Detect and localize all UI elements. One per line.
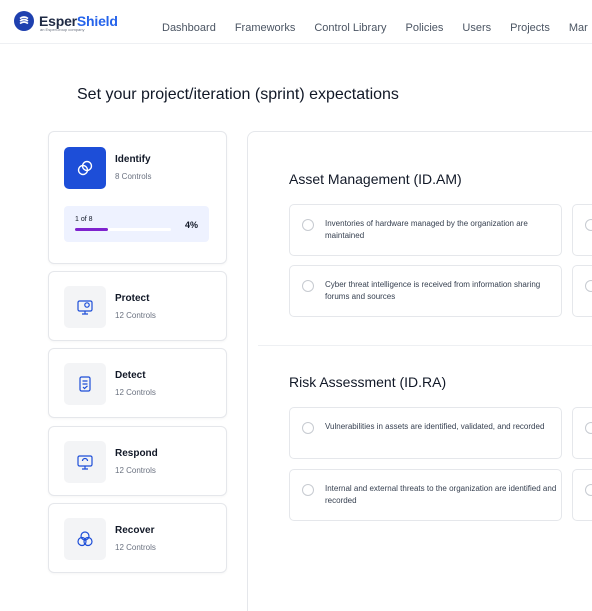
page-title: Set your project/iteration (sprint) expe… [77,86,399,103]
radio-button[interactable] [585,219,592,231]
control-option-text: Cyber threat intelligence is received fr… [325,280,541,301]
protect-icon [64,286,106,328]
nav-users[interactable]: Users [462,22,491,34]
radio-button[interactable] [302,422,314,434]
section-divider [258,345,592,346]
nav-control-library[interactable]: Control Library [314,22,386,34]
progress-fill [75,228,108,231]
radio-button[interactable] [585,280,592,292]
control-option-partial[interactable] [572,469,592,521]
control-option-text: Inventories of hardware managed by the o… [325,219,528,240]
identify-icon [64,147,106,189]
control-option[interactable]: Inventories of hardware managed by the o… [289,204,562,256]
brand-tagline: an EsperGroup company [40,27,85,32]
controls-panel: Asset Management (ID.AM) Inventories of … [247,131,592,611]
progress-label: 1 of 8 [75,216,93,223]
category-progress: 1 of 8 4% [64,206,209,242]
section-title: Risk Assessment (ID.RA) [289,374,447,390]
category-count: 12 Controls [115,543,156,552]
category-name: Protect [115,293,150,304]
category-card-detect[interactable]: Detect 12 Controls [48,348,227,418]
control-option-partial[interactable] [572,204,592,256]
category-count: 12 Controls [115,466,156,475]
radio-button[interactable] [585,484,592,496]
control-option[interactable]: Cyber threat intelligence is received fr… [289,265,562,317]
control-option-partial[interactable] [572,265,592,317]
control-option[interactable]: Internal and external threats to the org… [289,469,562,521]
top-header: EsperShield an EsperGroup company Dashbo… [0,0,592,44]
category-name: Respond [115,448,158,459]
brand-name: EsperShield [39,13,118,29]
category-card-identify[interactable]: Identify 8 Controls 1 of 8 4% [48,131,227,264]
detect-icon [64,363,106,405]
category-count: 8 Controls [115,172,152,181]
nav-more-truncated[interactable]: Mar [569,22,588,34]
category-card-recover[interactable]: Recover 12 Controls [48,503,227,573]
radio-button[interactable] [302,280,314,292]
shield-logo-icon [14,11,34,31]
category-count: 12 Controls [115,311,156,320]
progress-track [75,228,171,231]
radio-button[interactable] [585,422,592,434]
radio-button[interactable] [302,484,314,496]
recover-icon [64,518,106,560]
nav-policies[interactable]: Policies [405,22,443,34]
respond-icon [64,441,106,483]
control-option-text: Internal and external threats to the org… [325,484,557,505]
control-option[interactable]: Vulnerabilities in assets are identified… [289,407,562,459]
control-option-partial[interactable] [572,407,592,459]
category-count: 12 Controls [115,388,156,397]
nav-dashboard[interactable]: Dashboard [162,22,216,34]
section-title: Asset Management (ID.AM) [289,171,462,187]
nav-frameworks[interactable]: Frameworks [235,22,296,34]
progress-percent: 4% [184,220,198,230]
category-name: Identify [115,154,151,165]
category-card-respond[interactable]: Respond 12 Controls [48,426,227,496]
main-nav: Dashboard Frameworks Control Library Pol… [162,22,592,34]
control-option-text: Vulnerabilities in assets are identified… [325,422,545,431]
category-card-protect[interactable]: Protect 12 Controls [48,271,227,341]
category-name: Detect [115,370,146,381]
radio-button[interactable] [302,219,314,231]
category-name: Recover [115,525,155,536]
nav-projects[interactable]: Projects [510,22,550,34]
